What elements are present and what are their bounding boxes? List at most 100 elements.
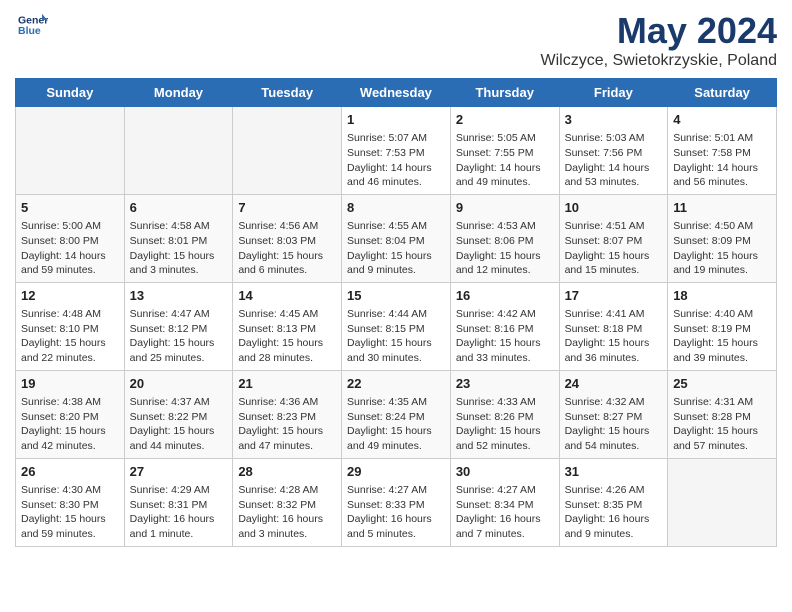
calendar-cell: 16 Sunrise: 4:42 AM Sunset: 8:16 PM Dayli…	[450, 282, 559, 370]
calendar-cell: 5 Sunrise: 5:00 AM Sunset: 8:00 PM Daylig…	[16, 194, 125, 282]
day-content: Sunrise: 5:05 AM Sunset: 7:55 PM Dayligh…	[456, 131, 554, 190]
day-content: Sunrise: 5:01 AM Sunset: 7:58 PM Dayligh…	[673, 131, 771, 190]
calendar-cell	[668, 458, 777, 546]
calendar-cell: 11 Sunrise: 4:50 AM Sunset: 8:09 PM Dayli…	[668, 194, 777, 282]
day-content: Sunrise: 4:27 AM Sunset: 8:33 PM Dayligh…	[347, 483, 445, 542]
logo: General Blue	[15, 10, 48, 45]
month-title: May 2024	[540, 10, 777, 52]
calendar-week-1: 1 Sunrise: 5:07 AM Sunset: 7:53 PM Daylig…	[16, 107, 777, 195]
day-content: Sunrise: 4:50 AM Sunset: 8:09 PM Dayligh…	[673, 219, 771, 278]
day-number: 13	[130, 287, 228, 305]
day-content: Sunrise: 5:00 AM Sunset: 8:00 PM Dayligh…	[21, 219, 119, 278]
day-number: 6	[130, 199, 228, 217]
calendar-cell: 27 Sunrise: 4:29 AM Sunset: 8:31 PM Dayli…	[124, 458, 233, 546]
day-content: Sunrise: 4:38 AM Sunset: 8:20 PM Dayligh…	[21, 395, 119, 454]
day-content: Sunrise: 4:44 AM Sunset: 8:15 PM Dayligh…	[347, 307, 445, 366]
day-number: 15	[347, 287, 445, 305]
calendar-cell: 23Sunrise: 4:33 AM Sunset: 8:26 PM Dayli…	[450, 370, 559, 458]
calendar-cell: 7Sunrise: 4:56 AM Sunset: 8:03 PM Daylig…	[233, 194, 342, 282]
calendar-cell: 17 Sunrise: 4:41 AM Sunset: 8:18 PM Dayli…	[559, 282, 668, 370]
day-number: 19	[21, 375, 119, 393]
calendar-week-4: 19 Sunrise: 4:38 AM Sunset: 8:20 PM Dayli…	[16, 370, 777, 458]
calendar-cell: 24Sunrise: 4:32 AM Sunset: 8:27 PM Dayli…	[559, 370, 668, 458]
day-content: Sunrise: 4:40 AM Sunset: 8:19 PM Dayligh…	[673, 307, 771, 366]
weekday-header-monday: Monday	[124, 79, 233, 107]
day-content: Sunrise: 4:35 AM Sunset: 8:24 PM Dayligh…	[347, 395, 445, 454]
day-number: 27	[130, 463, 228, 481]
location-title: Wilczyce, Swietokrzyskie, Poland	[540, 52, 777, 70]
calendar-cell: 29 Sunrise: 4:27 AM Sunset: 8:33 PM Dayli…	[342, 458, 451, 546]
day-number: 21	[238, 375, 336, 393]
day-content: Sunrise: 4:37 AM Sunset: 8:22 PM Dayligh…	[130, 395, 228, 454]
day-number: 16	[456, 287, 554, 305]
day-content: Sunrise: 4:33 AM Sunset: 8:26 PM Dayligh…	[456, 395, 554, 454]
day-number: 22	[347, 375, 445, 393]
calendar-cell: 10 Sunrise: 4:51 AM Sunset: 8:07 PM Dayli…	[559, 194, 668, 282]
day-content: Sunrise: 4:36 AM Sunset: 8:23 PM Dayligh…	[238, 395, 336, 454]
day-number: 3	[565, 111, 663, 129]
calendar-cell: 18Sunrise: 4:40 AM Sunset: 8:19 PM Dayli…	[668, 282, 777, 370]
calendar-cell: 2 Sunrise: 5:05 AM Sunset: 7:55 PM Daylig…	[450, 107, 559, 195]
calendar-cell: 15 Sunrise: 4:44 AM Sunset: 8:15 PM Dayli…	[342, 282, 451, 370]
day-number: 25	[673, 375, 771, 393]
day-number: 20	[130, 375, 228, 393]
day-content: Sunrise: 4:32 AM Sunset: 8:27 PM Dayligh…	[565, 395, 663, 454]
day-number: 28	[238, 463, 336, 481]
weekday-header-sunday: Sunday	[16, 79, 125, 107]
day-number: 26	[21, 463, 119, 481]
day-content: Sunrise: 5:03 AM Sunset: 7:56 PM Dayligh…	[565, 131, 663, 190]
calendar-cell: 21 Sunrise: 4:36 AM Sunset: 8:23 PM Dayli…	[233, 370, 342, 458]
day-content: Sunrise: 4:42 AM Sunset: 8:16 PM Dayligh…	[456, 307, 554, 366]
day-content: Sunrise: 4:51 AM Sunset: 8:07 PM Dayligh…	[565, 219, 663, 278]
day-number: 12	[21, 287, 119, 305]
calendar-cell: 26 Sunrise: 4:30 AM Sunset: 8:30 PM Dayli…	[16, 458, 125, 546]
calendar-cell	[233, 107, 342, 195]
day-number: 29	[347, 463, 445, 481]
calendar-cell: 8Sunrise: 4:55 AM Sunset: 8:04 PM Daylig…	[342, 194, 451, 282]
calendar-cell: 12 Sunrise: 4:48 AM Sunset: 8:10 PM Dayli…	[16, 282, 125, 370]
calendar-cell: 28Sunrise: 4:28 AM Sunset: 8:32 PM Dayli…	[233, 458, 342, 546]
calendar-cell: 1 Sunrise: 5:07 AM Sunset: 7:53 PM Daylig…	[342, 107, 451, 195]
weekday-header-row: SundayMondayTuesdayWednesdayThursdayFrid…	[16, 79, 777, 107]
day-content: Sunrise: 4:29 AM Sunset: 8:31 PM Dayligh…	[130, 483, 228, 542]
calendar-table: SundayMondayTuesdayWednesdayThursdayFrid…	[15, 78, 777, 547]
calendar-cell: 31 Sunrise: 4:26 AM Sunset: 8:35 PM Dayli…	[559, 458, 668, 546]
weekday-header-wednesday: Wednesday	[342, 79, 451, 107]
title-block: May 2024 Wilczyce, Swietokrzyskie, Polan…	[540, 10, 777, 70]
day-content: Sunrise: 4:41 AM Sunset: 8:18 PM Dayligh…	[565, 307, 663, 366]
day-number: 8	[347, 199, 445, 217]
day-content: Sunrise: 4:53 AM Sunset: 8:06 PM Dayligh…	[456, 219, 554, 278]
calendar-cell: 19 Sunrise: 4:38 AM Sunset: 8:20 PM Dayli…	[16, 370, 125, 458]
day-content: Sunrise: 4:45 AM Sunset: 8:13 PM Dayligh…	[238, 307, 336, 366]
svg-text:Blue: Blue	[18, 25, 41, 37]
day-number: 17	[565, 287, 663, 305]
day-number: 11	[673, 199, 771, 217]
day-number: 14	[238, 287, 336, 305]
calendar-cell: 30Sunrise: 4:27 AM Sunset: 8:34 PM Dayli…	[450, 458, 559, 546]
day-number: 10	[565, 199, 663, 217]
day-content: Sunrise: 4:48 AM Sunset: 8:10 PM Dayligh…	[21, 307, 119, 366]
weekday-header-thursday: Thursday	[450, 79, 559, 107]
day-number: 5	[21, 199, 119, 217]
weekday-header-friday: Friday	[559, 79, 668, 107]
calendar-cell	[16, 107, 125, 195]
day-content: Sunrise: 4:31 AM Sunset: 8:28 PM Dayligh…	[673, 395, 771, 454]
calendar-cell: 3 Sunrise: 5:03 AM Sunset: 7:56 PM Daylig…	[559, 107, 668, 195]
day-content: Sunrise: 5:07 AM Sunset: 7:53 PM Dayligh…	[347, 131, 445, 190]
calendar-week-2: 5 Sunrise: 5:00 AM Sunset: 8:00 PM Daylig…	[16, 194, 777, 282]
day-content: Sunrise: 4:47 AM Sunset: 8:12 PM Dayligh…	[130, 307, 228, 366]
calendar-week-3: 12 Sunrise: 4:48 AM Sunset: 8:10 PM Dayli…	[16, 282, 777, 370]
calendar-cell: 20 Sunrise: 4:37 AM Sunset: 8:22 PM Dayli…	[124, 370, 233, 458]
day-content: Sunrise: 4:58 AM Sunset: 8:01 PM Dayligh…	[130, 219, 228, 278]
page-header: General Blue May 2024 Wilczyce, Swietokr…	[15, 10, 777, 70]
day-number: 2	[456, 111, 554, 129]
calendar-cell: 14 Sunrise: 4:45 AM Sunset: 8:13 PM Dayli…	[233, 282, 342, 370]
day-content: Sunrise: 4:30 AM Sunset: 8:30 PM Dayligh…	[21, 483, 119, 542]
logo-icon: General Blue	[18, 10, 48, 40]
day-number: 1	[347, 111, 445, 129]
calendar-cell: 13 Sunrise: 4:47 AM Sunset: 8:12 PM Dayli…	[124, 282, 233, 370]
calendar-week-5: 26 Sunrise: 4:30 AM Sunset: 8:30 PM Dayli…	[16, 458, 777, 546]
day-number: 30	[456, 463, 554, 481]
day-number: 31	[565, 463, 663, 481]
day-content: Sunrise: 4:26 AM Sunset: 8:35 PM Dayligh…	[565, 483, 663, 542]
